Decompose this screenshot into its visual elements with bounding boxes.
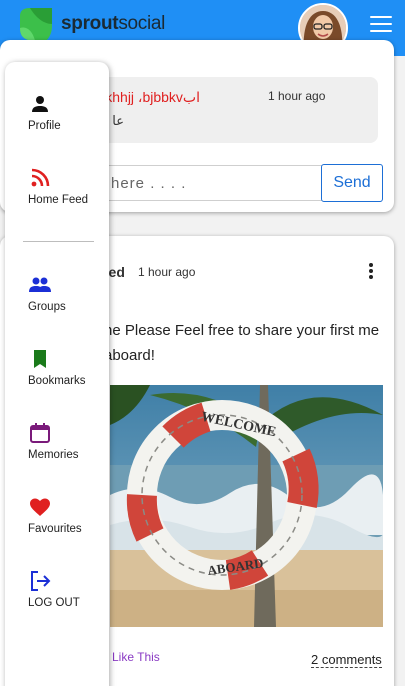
drawer-item-label: Favourites xyxy=(28,523,82,535)
side-drawer: Profile Home Feed Groups Bookmarks Memor… xyxy=(5,62,109,686)
hamburger-menu-icon[interactable] xyxy=(370,16,392,36)
drawer-item-bookmarks[interactable]: Bookmarks xyxy=(5,347,109,403)
drawer-item-memories[interactable]: Memories xyxy=(5,421,109,477)
logout-icon xyxy=(31,571,51,591)
drawer-item-favourites[interactable]: Favourites xyxy=(5,495,109,551)
post-time: 1 hour ago xyxy=(138,265,196,279)
brand-name: sproutsocial xyxy=(61,13,166,34)
rss-icon xyxy=(31,168,50,187)
post-text: he Please Feel free to share your first … xyxy=(104,322,380,364)
like-button[interactable]: Like This xyxy=(112,650,160,664)
comment-time: 1 hour ago xyxy=(268,89,326,103)
drawer-divider xyxy=(23,241,94,242)
drawer-item-label: Profile xyxy=(28,120,61,132)
drawer-item-label: Home Feed xyxy=(28,194,89,206)
comments-count-link[interactable]: 2 comments xyxy=(311,652,382,668)
groups-icon xyxy=(29,277,51,292)
drawer-item-logout[interactable]: LOG OUT xyxy=(5,569,109,625)
calendar-icon xyxy=(30,423,50,443)
drawer-item-label: LOG OUT xyxy=(28,597,80,609)
bookmark-icon xyxy=(34,350,46,368)
drawer-item-groups[interactable]: Groups xyxy=(5,273,109,329)
post-image[interactable]: WELCOME ABOARD xyxy=(110,385,383,627)
drawer-item-label: Bookmarks xyxy=(28,375,86,387)
comment-item: ابkhhjj ،bjbbkv 1 hour ago عا xyxy=(90,77,378,143)
drawer-item-home-feed[interactable]: Home Feed xyxy=(5,166,109,222)
comment-input[interactable] xyxy=(90,165,322,201)
more-options-icon[interactable] xyxy=(364,262,378,282)
person-icon xyxy=(32,96,48,112)
send-button[interactable]: Send xyxy=(321,164,383,202)
drawer-item-label: Memories xyxy=(28,449,79,461)
drawer-item-label: Groups xyxy=(28,301,66,313)
heart-icon xyxy=(30,498,50,516)
drawer-item-profile[interactable]: Profile xyxy=(5,92,109,148)
